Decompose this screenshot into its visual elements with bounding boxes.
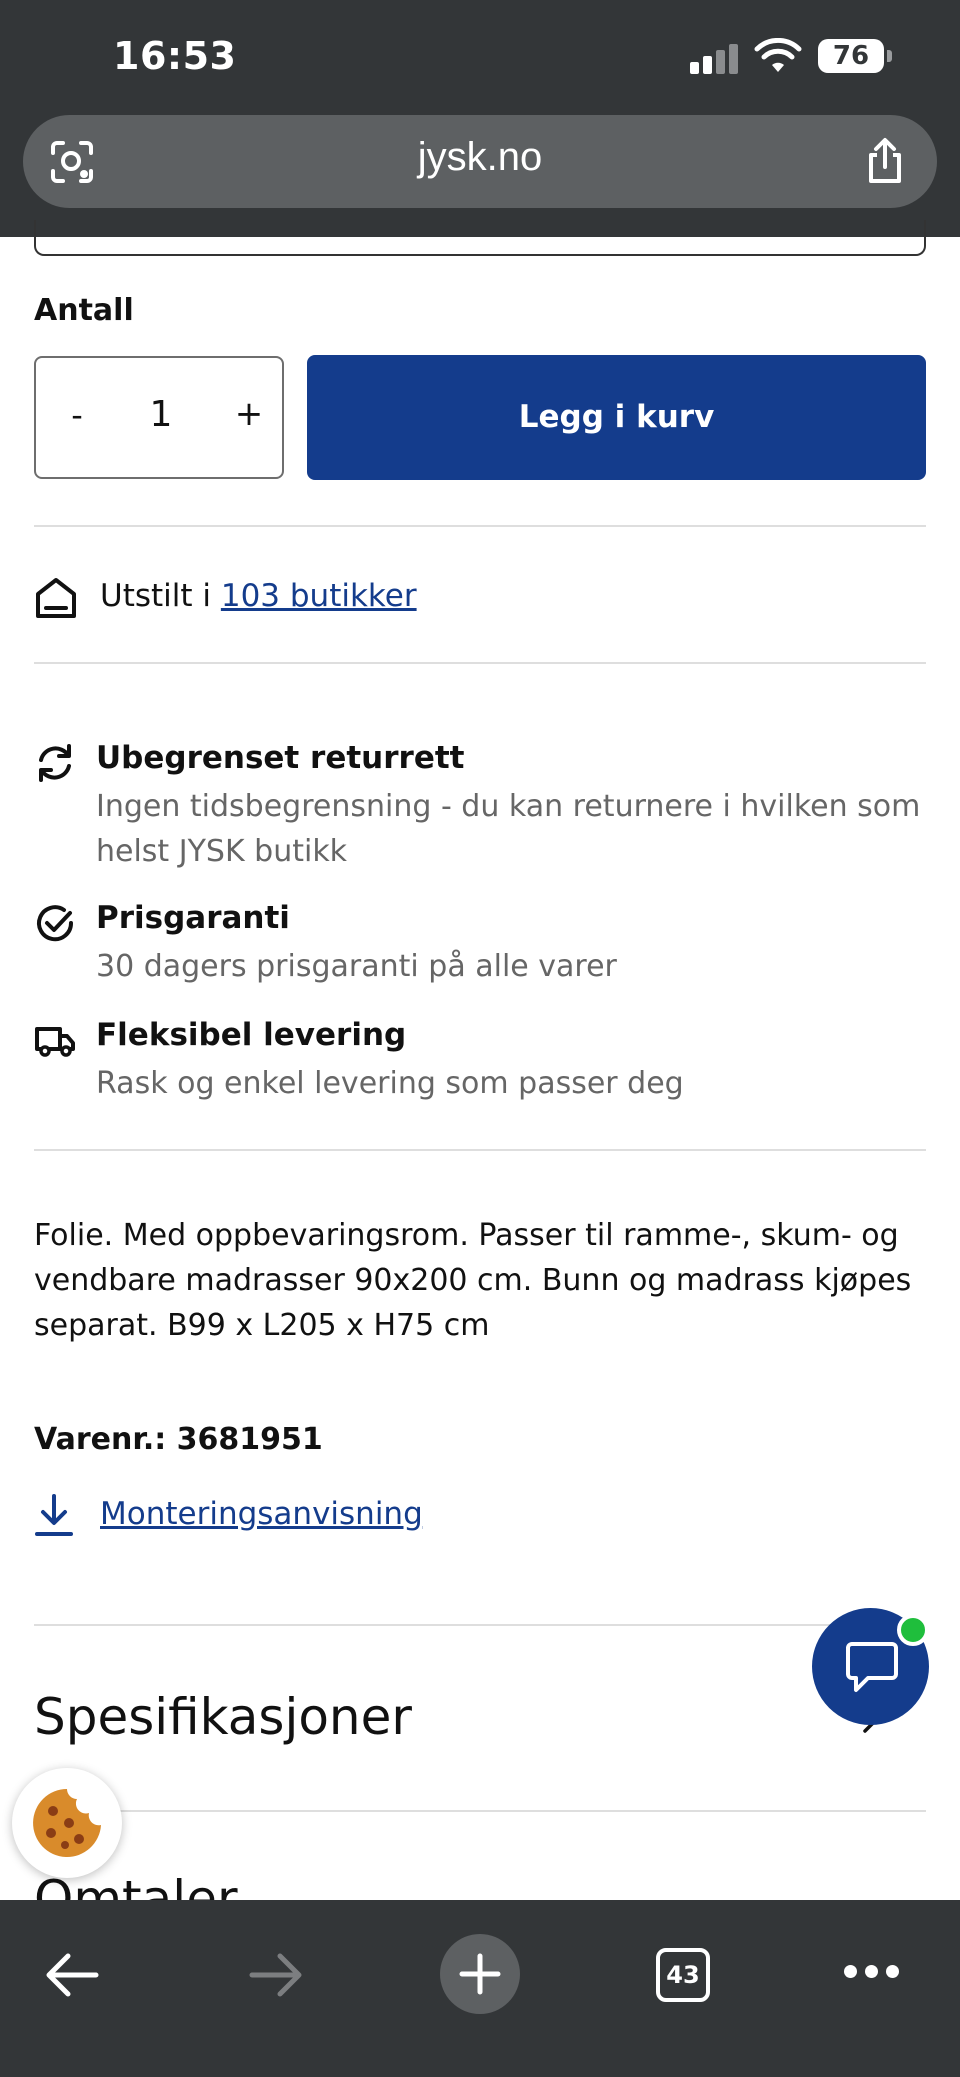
divider bbox=[34, 525, 926, 527]
usp-title: Ubegrenset returrett bbox=[96, 740, 465, 776]
divider bbox=[34, 662, 926, 664]
previous-select-field[interactable] bbox=[34, 220, 926, 256]
store-prefix: Utstilt i bbox=[100, 578, 221, 614]
status-time: 16:53 bbox=[113, 34, 237, 78]
quantity-label: Antall bbox=[34, 293, 134, 328]
usp-title: Fleksibel levering bbox=[96, 1017, 407, 1053]
share-icon[interactable] bbox=[863, 137, 907, 185]
check-circle-icon bbox=[37, 905, 74, 942]
specifications-heading[interactable]: Spesifikasjoner bbox=[34, 1688, 412, 1746]
arrow-left-icon[interactable] bbox=[42, 1950, 102, 2000]
chat-bubble-icon[interactable] bbox=[844, 1638, 900, 1696]
signal-icon bbox=[690, 44, 740, 74]
more-dots-icon[interactable] bbox=[844, 1962, 900, 1982]
quantity-stepper[interactable]: - 1 + bbox=[34, 356, 284, 479]
refresh-icon bbox=[39, 744, 71, 782]
plus-icon[interactable] bbox=[458, 1952, 502, 1996]
add-to-cart-button[interactable]: Legg i kurv bbox=[307, 355, 926, 480]
new-tab-button[interactable] bbox=[440, 1934, 520, 2014]
quantity-decrease-button[interactable]: - bbox=[62, 396, 92, 434]
arrow-right-icon[interactable] bbox=[246, 1950, 306, 2000]
truck-icon bbox=[35, 1027, 75, 1057]
url-bar[interactable]: jysk.no bbox=[23, 115, 937, 208]
cookie-icon[interactable] bbox=[29, 1785, 105, 1861]
store-icon bbox=[36, 578, 76, 618]
usp-description: Ingen tidsbegrensning - du kan returnere… bbox=[96, 789, 921, 869]
usp-description: Rask og enkel levering som passer deg bbox=[96, 1066, 684, 1101]
usp-description: 30 dagers prisgaranti på alle varer bbox=[96, 949, 617, 984]
product-sku: Varenr.: 3681951 bbox=[34, 1422, 323, 1457]
browser-chrome: 16:53 76 jysk.no bbox=[0, 0, 960, 237]
download-icon[interactable] bbox=[34, 1492, 74, 1538]
chat-online-indicator bbox=[897, 1614, 929, 1646]
store-count-link[interactable]: 103 butikker bbox=[221, 578, 417, 614]
wifi-icon bbox=[754, 38, 802, 72]
usp-title: Prisgaranti bbox=[96, 900, 290, 936]
product-description: Folie. Med oppbevaringsrom. Passer til r… bbox=[34, 1218, 912, 1343]
browser-toolbar: 43 bbox=[0, 1900, 960, 2077]
quantity-value[interactable]: 1 bbox=[131, 394, 191, 435]
divider bbox=[34, 1149, 926, 1151]
tab-count-button[interactable]: 43 bbox=[656, 1948, 710, 2002]
assembly-manual-link[interactable]: Monteringsanvisning bbox=[100, 1496, 423, 1532]
divider bbox=[34, 1624, 926, 1626]
battery-indicator: 76 bbox=[818, 39, 892, 73]
divider bbox=[34, 1810, 926, 1812]
url-text[interactable]: jysk.no bbox=[23, 135, 937, 180]
quantity-increase-button[interactable]: + bbox=[234, 394, 264, 434]
cookie-settings-button[interactable] bbox=[12, 1768, 122, 1878]
